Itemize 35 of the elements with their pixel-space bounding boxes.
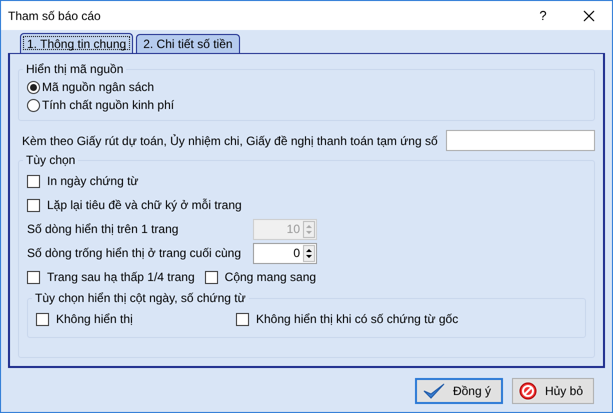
group-title: Hiển thị mã nguồn (25, 62, 124, 76)
help-button[interactable]: ? (520, 1, 566, 30)
spin-arrows-icon (303, 244, 315, 262)
tab[interactable]: 1. Thông tin chung (20, 33, 134, 53)
number-spinner[interactable]: 0 (253, 242, 317, 264)
close-icon (583, 10, 595, 22)
radio-label[interactable]: Tính chất nguồn kinh phí (42, 98, 174, 112)
ok-button[interactable]: Đồng ý (414, 378, 503, 404)
field-label: Số dòng trống hiển thị ở trang cuối cùng (27, 246, 242, 260)
checkbox-label[interactable]: Không hiển thị (56, 312, 133, 326)
field-label: Kèm theo Giấy rút dự toán, Ủy nhiệm chi, Giấy đề nghị thanh toán tạm ứng số (22, 134, 438, 148)
checkbox[interactable] (204, 270, 218, 284)
checkbox-label[interactable]: In ngày chứng từ (47, 174, 138, 188)
checkbox-label[interactable]: Không hiển thị khi có số chứng từ gốc (256, 312, 458, 326)
radio-button[interactable] (27, 98, 40, 112)
checkbox[interactable] (27, 270, 40, 284)
group-title: Tùy chọn hiển thị cột ngày, số chứng từ (34, 291, 247, 305)
window-title: Tham số báo cáo (8, 8, 102, 22)
input-field[interactable] (446, 130, 595, 151)
checkbox-label[interactable]: Cộng mang sang (224, 270, 316, 284)
checkbox[interactable] (27, 198, 40, 212)
tab[interactable]: 2. Chi tiết số tiền (136, 34, 240, 53)
field-label: Số dòng hiển thị trên 1 trang (27, 222, 178, 236)
checkbox-label[interactable]: Lặp lại tiêu đề và chữ ký ở mỗi trang (47, 198, 242, 212)
checkbox-label[interactable]: Trang sau hạ thấp 1/4 trang (47, 270, 195, 284)
checkbox[interactable] (236, 312, 249, 326)
checkbox[interactable] (27, 174, 40, 188)
checkbox[interactable] (36, 312, 49, 326)
radio-label[interactable]: Mã nguồn ngân sách (42, 80, 154, 94)
radio-button[interactable] (27, 80, 40, 94)
spin-arrows-icon (303, 220, 315, 238)
no-entry-icon (518, 382, 537, 400)
group-title: Tùy chọn (25, 153, 76, 167)
checkmark-icon (422, 382, 445, 400)
cancel-button[interactable]: Hủy bỏ (512, 378, 594, 404)
